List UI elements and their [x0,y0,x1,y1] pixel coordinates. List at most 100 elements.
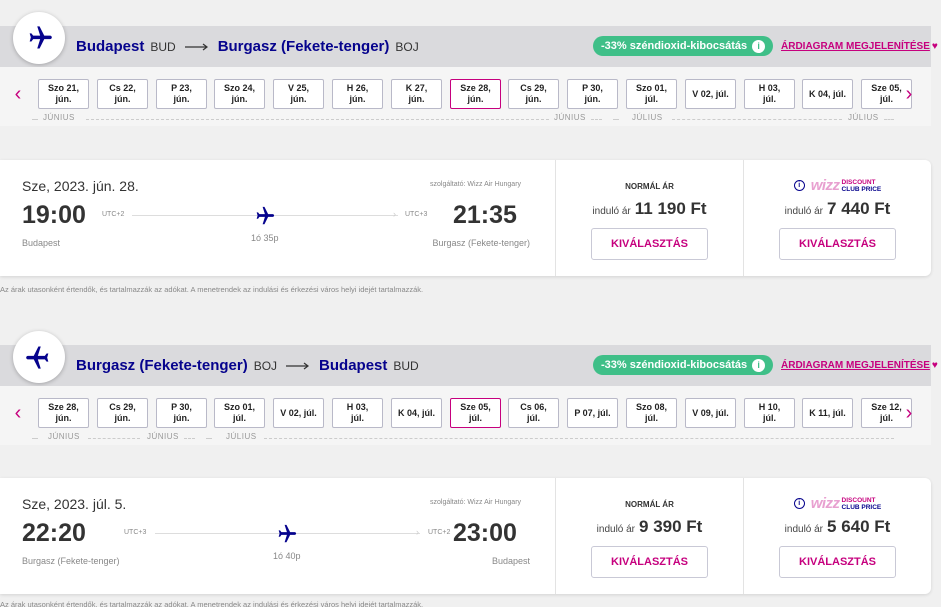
arrival-time: 23:00 [453,519,517,547]
logo-line1: DISCOUNT [841,496,876,504]
date-chip[interactable]: H 03, júl. [332,398,383,428]
date-chip[interactable]: V 02, júl. [685,79,736,109]
normal-price-column: NORMÁL ÁR induló ár 9 390 Ft KIVÁLASZTÁS [555,478,743,594]
select-club-price-button[interactable]: KIVÁLASZTÁS [779,228,896,260]
from-label: induló ár [596,524,636,535]
prev-dates-chevron-icon[interactable]: ‹ [11,403,25,423]
destination-code: BOJ [395,39,419,54]
route-title: Burgasz (Fekete-tenger) BOJ Budapest BUD [76,357,419,374]
date-chip[interactable]: Sze 28, jún. [450,79,501,109]
date-chip[interactable]: Sze 28, jún. [38,398,89,428]
date-chip-day: Sze 28, [48,402,79,412]
date-chip-day: P 30, [171,402,192,412]
date-chip[interactable]: Sze 05, júl. [450,398,501,428]
club-price-column: i wizz DISCOUNT CLUB PRICE induló ár 7 440… [743,160,931,276]
date-chip[interactable]: Szo 21, jún. [38,79,89,109]
club-price: induló ár 7 440 Ft [744,199,931,219]
co2-badge: -33% széndioxid-kibocsátás i [593,355,774,375]
info-icon[interactable]: i [752,39,766,53]
select-normal-price-button[interactable]: KIVÁLASZTÁS [591,228,708,260]
date-chip[interactable]: P 07, júl. [567,398,618,428]
date-chip[interactable]: H 03, júl. [744,79,795,109]
date-chip[interactable]: V 25, jún. [273,79,324,109]
month-label: JÚLIUS [632,113,663,122]
date-chip-day: V 02, júl. [692,88,729,99]
info-icon[interactable]: i [793,180,805,191]
date-chip-month: jún. [349,94,366,104]
month-label: JÚNIUS [554,113,586,122]
departure-city: Budapest [22,238,61,248]
wizz-wordmark: wizz [810,495,840,512]
path-arrow-icon: › [393,209,396,219]
date-chip[interactable]: Szo 01, júl. [214,398,265,428]
from-label: induló ár [784,524,824,535]
date-chip-day: Szo 08, [635,402,667,412]
flight-details: Sze, 2023. júl. 5. szolgáltató: Wizz Air… [0,478,554,594]
date-chip[interactable]: V 09, júl. [685,398,736,428]
flight-date: Sze, 2023. júl. 5. [22,496,127,512]
wizz-discount-club-logo: wizz DISCOUNT CLUB PRICE [811,177,882,194]
date-chip[interactable]: Cs 29, jún. [508,79,559,109]
carrier-label: szolgáltató: Wizz Air Hungary [430,181,522,188]
destination-code: BUD [393,358,419,373]
month-timeline: JÚNIUS JÚNIUS JÚLIUS JÚLIUS [0,113,931,125]
next-dates-chevron-icon[interactable]: › [902,403,916,423]
date-chip[interactable]: K 04, júl. [391,398,442,428]
date-chip-day: V 25, [287,83,309,93]
show-price-chart-link[interactable]: ÁRDIAGRAM MEGJELENÍTÉSE ♥ [781,360,938,371]
date-chip[interactable]: Szo 08, júl. [626,398,677,428]
date-chip-day: V 09, júl. [692,407,729,418]
date-chip-day: P 07, júl. [574,407,611,418]
date-chip-month: júl. [645,94,658,104]
next-dates-chevron-icon[interactable]: › [902,84,916,104]
date-chip-day: P 23, [171,83,192,93]
wizz-wordmark: wizz [810,177,840,194]
date-chip-month: jún. [55,413,72,423]
date-chip-month: júl. [763,413,776,423]
show-price-chart-link[interactable]: ÁRDIAGRAM MEGJELENÍTÉSE ♥ [781,41,938,52]
destination-city: Budapest [319,357,388,374]
date-chip[interactable]: H 10, júl. [744,398,795,428]
date-chip[interactable]: K 04, júl. [802,79,853,109]
departure-time: 19:00 [22,201,86,229]
departure-city: Burgasz (Fekete-tenger) [22,556,120,566]
prev-dates-chevron-icon[interactable]: ‹ [11,84,25,104]
select-club-price-button[interactable]: KIVÁLASZTÁS [779,546,896,578]
date-chip[interactable]: Szo 24, jún. [214,79,265,109]
date-chip[interactable]: H 26, jún. [332,79,383,109]
info-icon[interactable]: i [752,358,766,372]
date-chip[interactable]: Cs 06, júl. [508,398,559,428]
date-chip-month: jún. [55,94,72,104]
info-icon[interactable]: i [793,498,805,509]
date-chip-day: Sze 28, [460,83,491,93]
date-chip-day: H 03, [346,402,369,412]
date-chip-month: júl. [233,413,246,423]
date-chip-day: Szo 24, [223,83,255,93]
date-chip-day: K 27, [405,83,428,93]
month-label: JÚLIUS [848,113,879,122]
date-chip[interactable]: Szo 01, júl. [626,79,677,109]
arrival-utc: UTC+2 [428,529,451,536]
date-chip[interactable]: P 23, jún. [156,79,207,109]
outbound-date-selector: ‹ Szo 21, jún. Cs 22, jún. P 23, jún. Szo 24, j… [0,67,931,126]
date-chip-day: K 11, júl. [809,407,846,418]
date-chip-month: júl. [527,413,540,423]
select-normal-price-button[interactable]: KIVÁLASZTÁS [591,546,708,578]
plane-icon [26,346,49,369]
arrival-city: Budapest [491,556,530,566]
date-chip[interactable]: V 02, júl. [273,398,324,428]
date-chip-month: jún. [408,94,425,104]
inbound-header: Burgasz (Fekete-tenger) BOJ Budapest BUD… [0,331,938,386]
date-chip[interactable]: K 11, júl. [802,398,853,428]
heart-icon: ♥ [931,41,938,52]
club-price: induló ár 5 640 Ft [744,517,931,537]
date-chip-day: Cs 06, [520,402,547,412]
date-chip[interactable]: Cs 22, jún. [97,79,148,109]
date-chip[interactable]: P 30, jún. [567,79,618,109]
date-chip-month: jún. [173,94,190,104]
date-chip[interactable]: P 30, jún. [156,398,207,428]
date-chip[interactable]: Cs 29, jún. [97,398,148,428]
date-chip-day: Cs 29, [109,402,136,412]
route-arrow-icon [184,43,209,51]
date-chip[interactable]: K 27, jún. [391,79,442,109]
